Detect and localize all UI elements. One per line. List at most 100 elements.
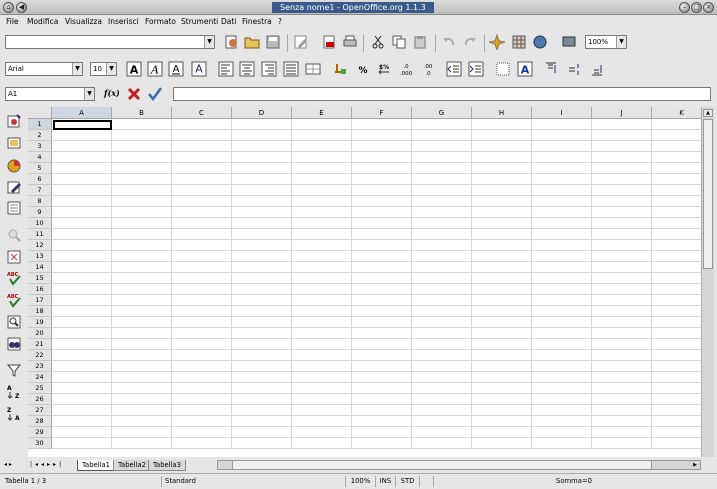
data-sources-button[interactable] (531, 33, 549, 51)
italic-button[interactable]: A (146, 60, 164, 78)
tab-scroll-controls[interactable]: ◂ ▸ (4, 460, 28, 469)
menu-help[interactable]: ? (278, 17, 282, 27)
menu-visualizza[interactable]: Visualizza (65, 17, 102, 27)
select-text-area-button[interactable] (5, 248, 23, 266)
column-header[interactable]: F (352, 107, 412, 119)
align-right-button[interactable] (260, 60, 278, 78)
row-header[interactable]: 13 (28, 251, 52, 262)
spellcheck-button[interactable]: ABC (5, 269, 23, 287)
row-header[interactable]: 16 (28, 284, 52, 295)
menu-finestra[interactable]: Finestra (242, 17, 272, 27)
row-header[interactable]: 9 (28, 207, 52, 218)
standard-format-button[interactable]: $% (375, 60, 393, 78)
row-header[interactable]: 11 (28, 229, 52, 240)
form-functions-button[interactable] (5, 199, 23, 217)
row-header[interactable]: 3 (28, 141, 52, 152)
find-replace-button[interactable] (5, 313, 23, 331)
merge-cells-button[interactable] (304, 60, 322, 78)
edit-points-button[interactable] (5, 226, 23, 244)
menu-modifica[interactable]: Modifica (27, 17, 58, 27)
borders-button[interactable] (494, 60, 512, 78)
row-header[interactable]: 10 (28, 218, 52, 229)
menu-inserisci[interactable]: Inserisci (108, 17, 139, 27)
window-shade-button[interactable]: ◀ (16, 2, 27, 13)
column-header[interactable]: G (412, 107, 472, 119)
open-button[interactable] (243, 33, 261, 51)
navigator-button[interactable] (488, 33, 506, 51)
menu-strumenti[interactable]: Strumenti (181, 17, 218, 27)
row-header[interactable]: 14 (28, 262, 52, 273)
row-header[interactable]: 7 (28, 185, 52, 196)
gallery-button[interactable] (510, 33, 528, 51)
new-document-button[interactable] (222, 33, 240, 51)
active-cell-cursor[interactable] (53, 120, 112, 130)
row-header[interactable]: 5 (28, 163, 52, 174)
minimize-button[interactable]: – (679, 2, 690, 13)
sort-descending-button[interactable]: ZA (5, 405, 23, 423)
autofilter-button[interactable] (5, 361, 23, 379)
chevron-down-icon[interactable]: ▼ (204, 36, 214, 48)
save-button[interactable] (264, 33, 282, 51)
edit-file-button[interactable] (292, 33, 310, 51)
currency-button[interactable] (331, 60, 349, 78)
row-header[interactable]: 19 (28, 317, 52, 328)
decrease-indent-button[interactable] (445, 60, 463, 78)
copy-button[interactable] (390, 33, 408, 51)
row-header[interactable]: 1 (28, 119, 52, 130)
font-name-field[interactable]: Arial ▼ (5, 62, 83, 76)
column-header[interactable]: I (532, 107, 592, 119)
horizontal-scroll-thumb[interactable] (232, 461, 652, 469)
window-menu-button[interactable]: ⌂ (3, 2, 14, 13)
column-header[interactable]: D (232, 107, 292, 119)
tab-tabella1[interactable]: Tabella1 (77, 460, 115, 471)
align-top-button[interactable] (542, 60, 560, 78)
row-header[interactable]: 4 (28, 152, 52, 163)
undo-button[interactable] (440, 33, 458, 51)
bold-button[interactable]: A (125, 60, 143, 78)
print-button[interactable] (341, 33, 359, 51)
row-header[interactable]: 21 (28, 339, 52, 350)
status-selection-mode[interactable]: STD (396, 476, 420, 487)
font-color-button[interactable]: A (190, 60, 208, 78)
column-header[interactable]: B (112, 107, 172, 119)
function-wizard-button[interactable]: f(x) (104, 88, 120, 98)
maximize-button[interactable]: ▢ (691, 2, 702, 13)
column-header[interactable]: A (52, 107, 112, 119)
row-header[interactable]: 27 (28, 405, 52, 416)
row-header[interactable]: 15 (28, 273, 52, 284)
scroll-right-arrow-icon[interactable]: ▶ (690, 461, 700, 469)
remove-decimal-button[interactable]: .00.0 (419, 60, 437, 78)
chevron-down-icon[interactable]: ▼ (616, 36, 626, 48)
close-button[interactable]: × (703, 2, 714, 13)
row-header[interactable]: 29 (28, 427, 52, 438)
align-bottom-button[interactable] (588, 60, 606, 78)
horizontal-scrollbar[interactable]: ▶ (217, 460, 701, 470)
vertical-scrollbar[interactable]: ▲ (701, 107, 714, 457)
export-pdf-button[interactable] (320, 33, 338, 51)
justify-button[interactable] (282, 60, 300, 78)
sort-ascending-button[interactable]: AZ (5, 383, 23, 401)
chevron-down-icon[interactable]: ▼ (72, 63, 82, 75)
row-header[interactable]: 8 (28, 196, 52, 207)
cancel-button[interactable] (125, 85, 143, 103)
menu-file[interactable]: File (6, 17, 19, 27)
url-field[interactable]: ▼ (5, 35, 215, 49)
cut-button[interactable] (369, 33, 387, 51)
accept-button[interactable] (146, 85, 164, 103)
add-decimal-button[interactable]: .0.000 (397, 60, 415, 78)
row-header[interactable]: 22 (28, 350, 52, 361)
insert-cells-button[interactable] (5, 134, 23, 152)
show-draw-button[interactable] (560, 33, 578, 51)
percent-button[interactable]: % (354, 60, 372, 78)
row-header[interactable]: 26 (28, 394, 52, 405)
chevron-down-icon[interactable]: ▼ (84, 88, 94, 100)
spreadsheet-grid[interactable]: ABCDEFGHIJK 1 2 3 4 5 6 7 8 9 10 11 12 13 14 15 16 17 18 1… (28, 107, 701, 457)
tab-tabella3[interactable]: Tabella3 (148, 460, 186, 471)
autospellcheck-button[interactable]: ABC (5, 291, 23, 309)
insert-button[interactable] (5, 112, 23, 130)
increase-indent-button[interactable] (467, 60, 485, 78)
tab-navigation-arrows-icon[interactable]: |◂◂▸▸| (30, 460, 74, 469)
column-header[interactable]: J (592, 107, 652, 119)
menu-dati[interactable]: Dati (221, 17, 236, 27)
row-header[interactable]: 6 (28, 174, 52, 185)
